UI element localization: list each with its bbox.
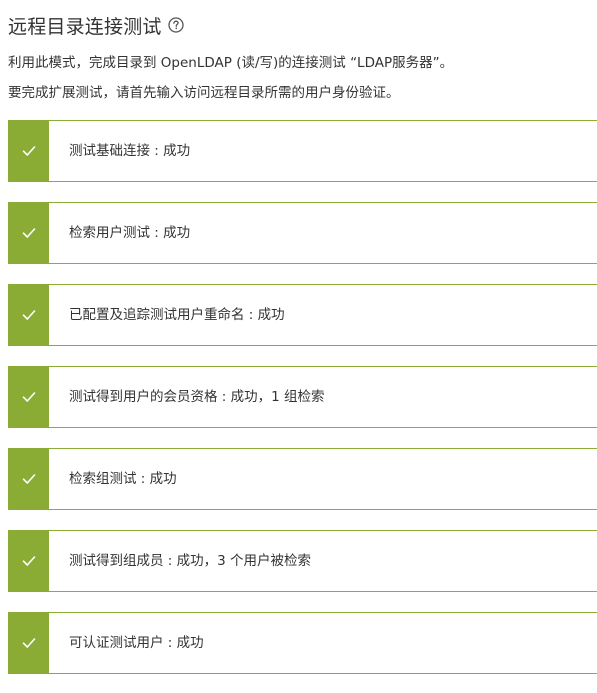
result-label: 已配置及追踪测试用户重命名 : 成功 — [69, 307, 285, 323]
result-item: 可认证测试用户 : 成功 — [8, 612, 597, 674]
description-line-2: 要完成扩展测试，请首先输入访问远程目录所需的用户身份验证。 — [8, 85, 400, 101]
result-item: 测试得到用户的会员资格 : 成功，1 组检索 — [8, 366, 597, 428]
result-item: 检索用户测试 : 成功 — [8, 202, 597, 264]
result-label: 检索组测试 : 成功 — [69, 471, 177, 487]
description-line-1: 利用此模式，完成目录到 OpenLDAP (读/写)的连接测试 “LDAP服务器… — [8, 55, 454, 71]
result-item: 已配置及追踪测试用户重命名 : 成功 — [8, 284, 597, 346]
page-title: 远程目录连接测试 — [8, 15, 162, 38]
question-circle-icon[interactable] — [167, 17, 184, 33]
result-label: 检索用户测试 : 成功 — [69, 225, 191, 241]
result-label: 测试得到组成员 : 成功，3 个用户被检索 — [69, 553, 312, 569]
title-row: 远程目录连接测试 — [8, 12, 184, 38]
result-label: 测试得到用户的会员资格 : 成功，1 组检索 — [69, 389, 325, 405]
check-icon — [8, 120, 49, 182]
check-icon — [8, 612, 49, 674]
check-icon — [8, 284, 49, 346]
result-item: 测试得到组成员 : 成功，3 个用户被检索 — [8, 530, 597, 592]
result-label: 测试基础连接 : 成功 — [69, 143, 191, 159]
check-icon — [8, 530, 49, 592]
result-label: 可认证测试用户 : 成功 — [69, 635, 204, 651]
check-icon — [8, 366, 49, 428]
check-icon — [8, 202, 49, 264]
result-item: 检索组测试 : 成功 — [8, 448, 597, 510]
check-icon — [8, 448, 49, 510]
result-item: 测试基础连接 : 成功 — [8, 120, 597, 182]
